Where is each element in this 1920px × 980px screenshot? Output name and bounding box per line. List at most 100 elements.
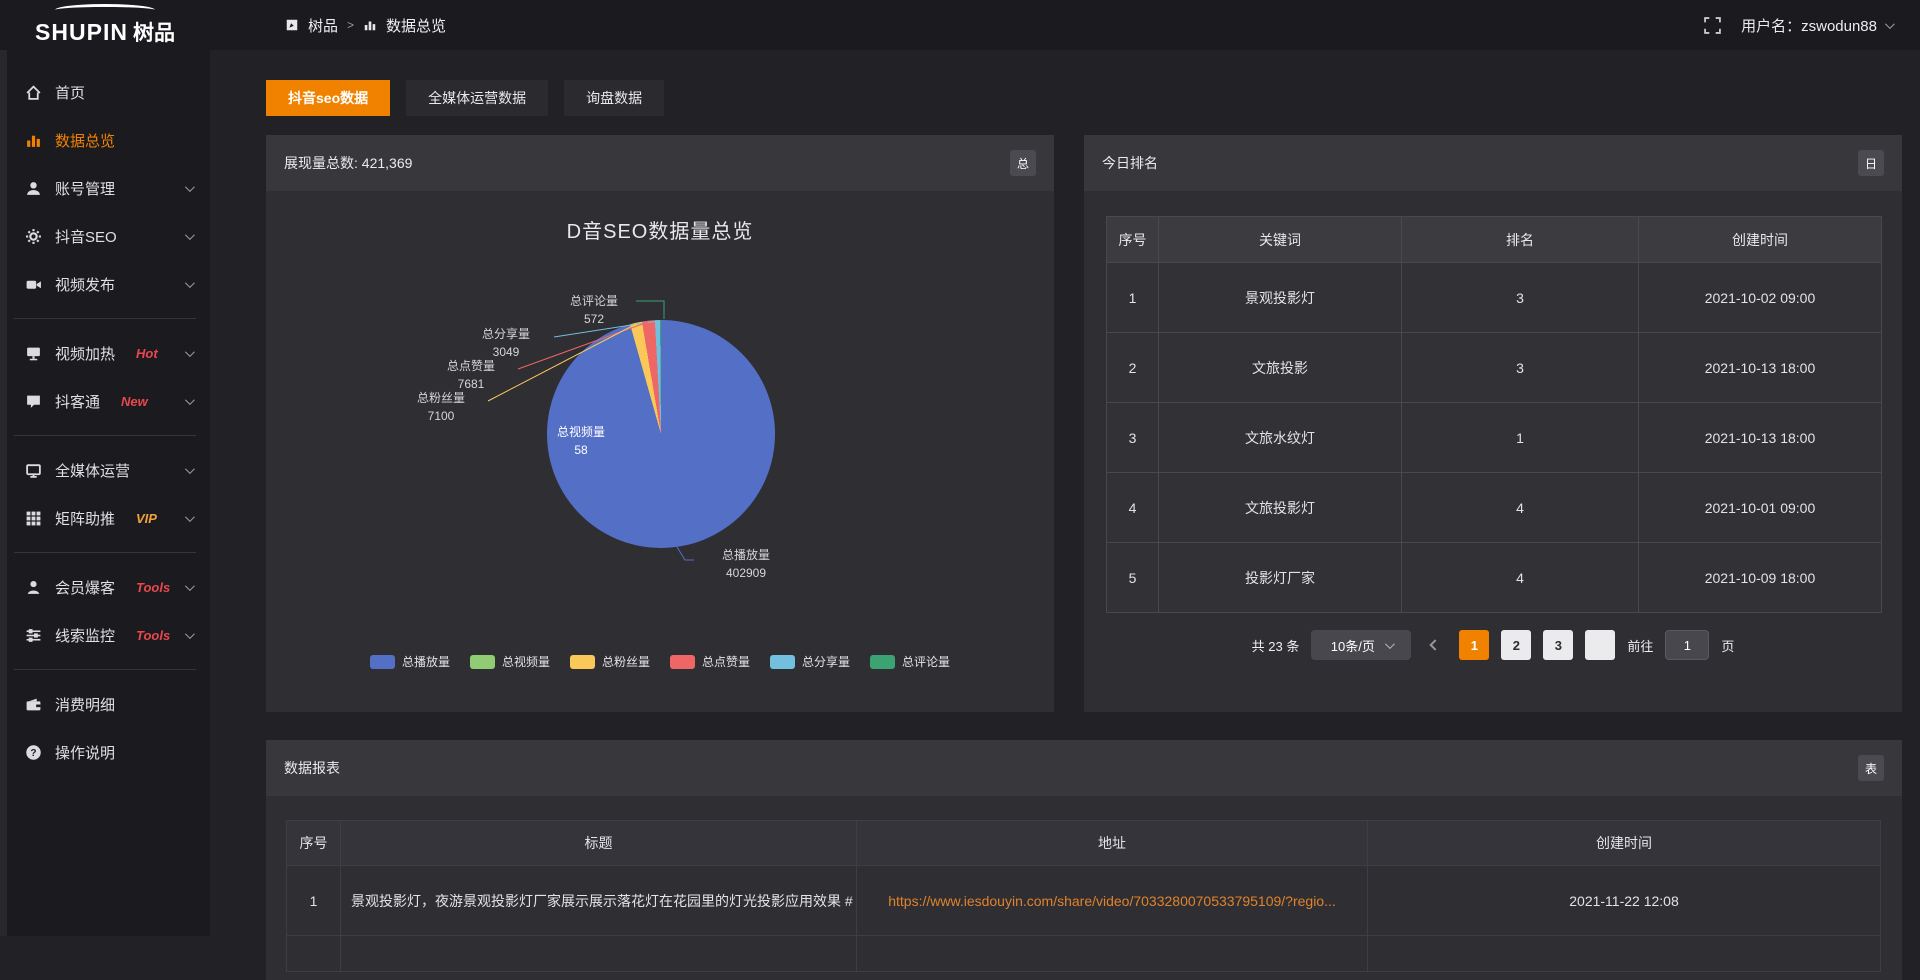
tab-douyin-seo-data[interactable]: 抖音seo数据 <box>266 80 390 116</box>
ranking-panel-header: 今日排名 日 <box>1084 135 1902 191</box>
legend-item[interactable]: 总评论量 <box>870 653 950 670</box>
cell-rank: 4 <box>1402 473 1639 543</box>
fullscreen-icon[interactable] <box>1704 17 1721 34</box>
table-row: 3 文旅水纹灯 1 2021-10-13 18:00 <box>1107 403 1882 473</box>
pie-label-plays: 总播放量 402909 <box>691 546 801 582</box>
sidebar-item-douketong[interactable]: 抖客通 New <box>0 377 210 425</box>
ranking-table: 序号 关键词 排名 创建时间 1 景观投影灯 3 2021-10-02 09:0… <box>1106 216 1882 613</box>
svg-text:?: ? <box>30 747 36 758</box>
grid-icon <box>24 509 42 527</box>
table-row: 1 景观投影灯 3 2021-10-02 09:00 <box>1107 263 1882 333</box>
overview-panel: 展现量总数: 421,369 总 D音SEO数据量总览 总评论量 572 总分享… <box>266 135 1054 712</box>
legend-label: 总播放量 <box>402 653 450 670</box>
cell-keyword: 投影灯厂家 <box>1159 543 1402 613</box>
col-header-title: 标题 <box>341 821 857 866</box>
tab-media-operation-data[interactable]: 全媒体运营数据 <box>406 80 548 116</box>
pie-label-name: 总点赞量 <box>426 357 516 375</box>
sidebar-item-label: 数据总览 <box>55 130 115 151</box>
sidebar-item-video-heat[interactable]: 视频加热 Hot <box>0 329 210 377</box>
legend-swatch <box>370 655 395 669</box>
user-menu[interactable]: 用户名：zswodun88 <box>1741 15 1892 36</box>
cell-title: 景观投影灯，夜游景观投影灯厂家展示展示落花灯在花园里的灯光投影应用效果 # <box>341 866 857 936</box>
username-label: 用户名：zswodun88 <box>1741 15 1877 36</box>
overview-total-label: 展现量总数: 421,369 <box>284 153 412 173</box>
sidebar-item-account[interactable]: 账号管理 <box>0 164 210 212</box>
topbar: SHUPIN 树品 树品 > 数据总览 用户名：zswodun88 <box>0 0 1920 50</box>
menu-divider <box>14 435 196 436</box>
table-view-button[interactable]: 表 <box>1858 755 1884 781</box>
cell-keyword: 文旅投影灯 <box>1159 473 1402 543</box>
col-header-url: 地址 <box>857 821 1368 866</box>
page-size-value: 10条/页 <box>1331 636 1375 655</box>
legend-label: 总评论量 <box>902 653 950 670</box>
chevron-down-icon <box>185 512 195 522</box>
col-header-keyword: 关键词 <box>1159 217 1402 263</box>
day-view-button[interactable]: 日 <box>1858 150 1884 176</box>
sidebar-item-matrix-boost[interactable]: 矩阵助推 VIP <box>0 494 210 542</box>
cell-no: 5 <box>1107 543 1159 613</box>
vip-badge: VIP <box>136 511 157 526</box>
sidebar-item-label: 矩阵助推 <box>55 508 115 529</box>
sidebar-item-instructions[interactable]: ? 操作说明 <box>0 728 210 776</box>
table-header-row: 序号 关键词 排名 创建时间 <box>1107 217 1882 263</box>
page-button-1[interactable]: 1 <box>1459 630 1489 660</box>
legend-item[interactable]: 总点赞量 <box>670 653 750 670</box>
cell-created: 2021-10-13 18:00 <box>1639 333 1882 403</box>
legend-swatch <box>670 655 695 669</box>
legend-item[interactable]: 总分享量 <box>770 653 850 670</box>
tab-label: 全媒体运营数据 <box>428 88 526 108</box>
report-title: 数据报表 <box>284 758 340 778</box>
data-tabs: 抖音seo数据 全媒体运营数据 询盘数据 <box>266 80 664 116</box>
logo-text: SHUPIN <box>35 19 128 46</box>
cell-url-link[interactable]: https://www.iesdouyin.com/share/video/70… <box>857 866 1368 936</box>
sidebar-item-label: 消费明细 <box>55 694 115 715</box>
hot-badge: Hot <box>136 346 158 361</box>
page-size-select[interactable]: 10条/页 <box>1311 630 1411 660</box>
cell-no <box>287 936 341 972</box>
tab-inquiry-data[interactable]: 询盘数据 <box>564 80 664 116</box>
cell-url <box>857 936 1368 972</box>
sidebar-item-home[interactable]: 首页 <box>0 68 210 116</box>
next-page-button[interactable] <box>1585 630 1615 660</box>
logo[interactable]: SHUPIN 树品 <box>0 0 210 50</box>
breadcrumb: 树品 > 数据总览 <box>285 15 446 36</box>
legend-item[interactable]: 总粉丝量 <box>570 653 650 670</box>
sidebar: 首页 数据总览 账号管理 抖音SEO 视频发布 视频加热 Hot <box>0 50 210 936</box>
page-button-3[interactable]: 3 <box>1543 630 1573 660</box>
legend-label: 总分享量 <box>802 653 850 670</box>
sidebar-item-lead-monitor[interactable]: 线索监控 Tools <box>0 611 210 659</box>
sidebar-item-douyin-seo[interactable]: 抖音SEO <box>0 212 210 260</box>
tab-label: 抖音seo数据 <box>288 88 368 108</box>
legend-label: 总视频量 <box>502 653 550 670</box>
sidebar-item-video-publish[interactable]: 视频发布 <box>0 260 210 308</box>
user-icon <box>24 179 42 197</box>
prev-page-button[interactable] <box>1423 630 1447 660</box>
app-square-icon <box>285 18 299 32</box>
cell-rank: 3 <box>1402 333 1639 403</box>
col-header-created: 创建时间 <box>1368 821 1881 866</box>
logo-text-cn: 树品 <box>133 17 175 47</box>
sidebar-item-label: 视频加热 <box>55 343 115 364</box>
legend-item[interactable]: 总播放量 <box>370 653 450 670</box>
question-circle-icon: ? <box>24 743 42 761</box>
chart-legend: 总播放量 总视频量 总粉丝量 总点赞量 总分享量 总评论量 <box>266 653 1054 670</box>
sidebar-scrollbar[interactable] <box>0 50 7 936</box>
sidebar-item-media-operation[interactable]: 全媒体运营 <box>0 446 210 494</box>
logo-arc-icon <box>55 4 155 16</box>
jump-page-input[interactable] <box>1665 630 1709 660</box>
breadcrumb-root[interactable]: 树品 <box>308 15 338 36</box>
pie-label-name: 总播放量 <box>691 546 801 564</box>
pie-label-name: 总视频量 <box>536 423 626 441</box>
cell-keyword: 景观投影灯 <box>1159 263 1402 333</box>
menu-divider <box>14 552 196 553</box>
pie-label-videos: 总视频量 58 <box>536 423 626 459</box>
cell-created: 2021-10-13 18:00 <box>1639 403 1882 473</box>
total-view-button[interactable]: 总 <box>1010 150 1036 176</box>
report-panel-header: 数据报表 表 <box>266 740 1902 796</box>
sidebar-item-member-burst[interactable]: 会员爆客 Tools <box>0 563 210 611</box>
sidebar-item-consumption-detail[interactable]: 消费明细 <box>0 680 210 728</box>
legend-item[interactable]: 总视频量 <box>470 653 550 670</box>
page-button-2[interactable]: 2 <box>1501 630 1531 660</box>
pie-label-value: 58 <box>536 441 626 459</box>
sidebar-item-data-overview[interactable]: 数据总览 <box>0 116 210 164</box>
